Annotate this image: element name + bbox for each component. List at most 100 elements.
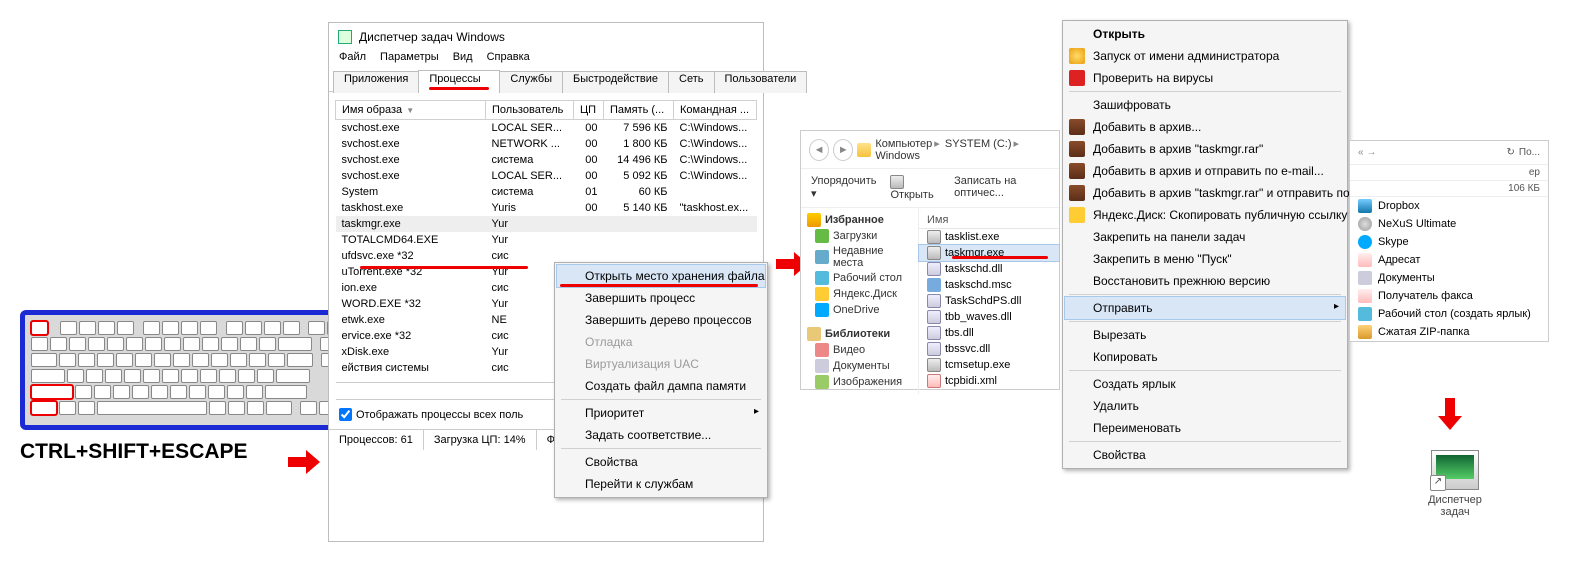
sendto-item[interactable]: Сжатая ZIP-папка bbox=[1350, 323, 1548, 341]
explorer-navbar[interactable]: ◄ ► Компьютер▸ SYSTEM (C:)▸ Windows bbox=[801, 131, 1059, 169]
target-icon bbox=[1358, 199, 1372, 213]
file-item[interactable]: taskschd.msc bbox=[919, 277, 1059, 293]
ctx-item[interactable]: Завершить процесс bbox=[557, 287, 765, 309]
sendto-item[interactable]: Skype bbox=[1350, 233, 1548, 251]
menu-view[interactable]: Вид bbox=[453, 51, 473, 63]
refresh-icon[interactable]: ↻ bbox=[1507, 147, 1515, 158]
tab-network[interactable]: Сеть bbox=[668, 71, 714, 93]
sidebar-item[interactable]: Рабочий стол bbox=[805, 270, 914, 286]
process-row[interactable]: svchost.exeсистема0014 496 КБC:\Windows.… bbox=[336, 152, 757, 168]
explorer-filelist[interactable]: Имя tasklist.exetaskmgr.exetaskschd.dllt… bbox=[919, 208, 1059, 394]
ctx-item[interactable]: Добавить в архив "taskmgr.rar" bbox=[1065, 138, 1345, 160]
process-row[interactable]: taskmgr.exeYur bbox=[336, 216, 757, 232]
explorer-sidebar[interactable]: Избранное ЗагрузкиНедавние местаРабочий … bbox=[801, 208, 919, 394]
menu-options[interactable]: Параметры bbox=[380, 51, 439, 63]
sendto-item[interactable]: Документы bbox=[1350, 269, 1548, 287]
ctx-item[interactable]: Создать файл дампа памяти bbox=[557, 375, 765, 397]
ctx-item[interactable]: Зашифровать bbox=[1065, 94, 1345, 116]
explorer-context-menu[interactable]: ОткрытьЗапуск от имени администратораПро… bbox=[1062, 20, 1348, 469]
ctx-item[interactable]: Закрепить на панели задач bbox=[1065, 226, 1345, 248]
ctx-item[interactable]: Запуск от имени администратора bbox=[1065, 45, 1345, 67]
sendto-item[interactable]: NeXuS Ultimate bbox=[1350, 215, 1548, 233]
col-cpu[interactable]: ЦП bbox=[574, 101, 604, 120]
tab-users[interactable]: Пользователи bbox=[714, 71, 808, 93]
file-icon bbox=[927, 278, 941, 292]
sidebar-item[interactable]: Видео bbox=[805, 342, 914, 358]
ctx-item[interactable]: Восстановить прежнюю версию bbox=[1065, 270, 1345, 292]
col-memory[interactable]: Память (... bbox=[604, 101, 674, 120]
ctx-item[interactable]: Создать ярлык bbox=[1065, 373, 1345, 395]
toolbar-burn[interactable]: Записать на оптичес... bbox=[954, 175, 1049, 201]
process-row[interactable]: Systemсистема0160 КБ bbox=[336, 184, 757, 200]
process-row[interactable]: taskhost.exeYuris005 140 КБ"taskhost.ex.… bbox=[336, 200, 757, 216]
ctx-item[interactable]: Закрепить в меню "Пуск" bbox=[1065, 248, 1345, 270]
file-item[interactable]: tbb_waves.dll bbox=[919, 309, 1059, 325]
column-name[interactable]: Имя bbox=[919, 212, 1059, 229]
ctx-item[interactable]: Яндекс.Диск: Скопировать публичную ссылк… bbox=[1065, 204, 1345, 226]
ctx-item[interactable]: Свойства bbox=[557, 451, 765, 473]
nav-back-icon[interactable]: ◄ bbox=[809, 139, 829, 161]
toolbar-open[interactable]: Открыть bbox=[890, 175, 940, 201]
taskmgr-menubar[interactable]: Файл Параметры Вид Справка bbox=[329, 47, 763, 69]
col-image[interactable]: Имя образа bbox=[336, 101, 486, 120]
nav-fwd-icon[interactable]: ► bbox=[833, 139, 853, 161]
search-placeholder[interactable]: По... bbox=[1519, 147, 1540, 158]
taskmgr-title: Диспетчер задач Windows bbox=[359, 30, 505, 44]
taskmgr-tabs[interactable]: Приложения Процессы Службы Быстродействи… bbox=[329, 69, 763, 92]
ctx-item[interactable]: Задать соответствие... bbox=[557, 424, 765, 446]
col-cmdline[interactable]: Командная ... bbox=[674, 101, 757, 120]
ctx-item[interactable]: Отправить bbox=[1065, 297, 1345, 319]
nav-arrows-icon[interactable]: « → bbox=[1358, 147, 1376, 158]
ctx-item[interactable]: Вырезать bbox=[1065, 324, 1345, 346]
sidebar-item[interactable]: Недавние места bbox=[805, 244, 914, 270]
sendto-item[interactable]: Получатель факса bbox=[1350, 287, 1548, 305]
ctx-item[interactable]: Переименовать bbox=[1065, 417, 1345, 439]
ctx-item[interactable]: Свойства bbox=[1065, 444, 1345, 466]
ctx-item[interactable]: Добавить в архив... bbox=[1065, 116, 1345, 138]
sendto-item[interactable]: Рабочий стол (создать ярлык) bbox=[1350, 305, 1548, 323]
ctx-item[interactable]: Проверить на вирусы bbox=[1065, 67, 1345, 89]
desktop-shortcut[interactable]: Диспетчер задач bbox=[1410, 450, 1500, 518]
tab-services[interactable]: Службы bbox=[499, 71, 563, 93]
file-item[interactable]: tcpbidi.xml bbox=[919, 373, 1059, 389]
sendto-item[interactable]: Адресат bbox=[1350, 251, 1548, 269]
tab-performance[interactable]: Быстродействие bbox=[562, 71, 669, 93]
ctx-item[interactable]: Перейти к службам bbox=[557, 473, 765, 495]
ctx-item[interactable]: Приоритет bbox=[557, 402, 765, 424]
tab-processes[interactable]: Процессы bbox=[418, 70, 500, 92]
menu-file[interactable]: Файл bbox=[339, 51, 366, 63]
file-item[interactable]: taskschd.dll bbox=[919, 261, 1059, 277]
ctx-item[interactable]: Удалить bbox=[1065, 395, 1345, 417]
sidebar-item[interactable]: OneDrive bbox=[805, 302, 914, 318]
ctx-item[interactable]: Копировать bbox=[1065, 346, 1345, 368]
file-item[interactable]: tcmsetup.exe bbox=[919, 357, 1059, 373]
ctx-item[interactable]: Завершить дерево процессов bbox=[557, 309, 765, 331]
file-item[interactable]: tbssvc.dll bbox=[919, 341, 1059, 357]
file-item[interactable]: TaskSchdPS.dll bbox=[919, 293, 1059, 309]
file-item[interactable]: tasklist.exe bbox=[919, 229, 1059, 245]
col-user[interactable]: Пользователь bbox=[486, 101, 574, 120]
sidebar-item[interactable]: Изображения bbox=[805, 374, 914, 390]
breadcrumb[interactable]: Компьютер▸ SYSTEM (C:)▸ Windows bbox=[875, 137, 1051, 162]
shortcut-icon bbox=[1431, 450, 1479, 490]
sidebar-item[interactable]: Загрузки bbox=[805, 228, 914, 244]
ctx-item[interactable]: Открыть bbox=[1065, 23, 1345, 45]
ctx-item[interactable]: Добавить в архив "taskmgr.rar" и отправи… bbox=[1065, 182, 1345, 204]
sendto-item[interactable]: Dropbox bbox=[1350, 197, 1548, 215]
explorer-toolbar[interactable]: Упорядочить ▾ Открыть Записать на оптиче… bbox=[801, 169, 1059, 208]
process-row[interactable]: TOTALCMD64.EXEYur bbox=[336, 232, 757, 248]
taskmgr-icon bbox=[337, 29, 353, 45]
toolbar-organize[interactable]: Упорядочить ▾ bbox=[811, 175, 876, 201]
show-all-users-input[interactable] bbox=[339, 408, 352, 421]
tab-apps[interactable]: Приложения bbox=[333, 71, 419, 93]
ctx-item[interactable]: Добавить в архив и отправить по e-mail..… bbox=[1065, 160, 1345, 182]
process-row[interactable]: svchost.exeNETWORK ...001 800 КБC:\Windo… bbox=[336, 136, 757, 152]
file-item[interactable]: tbs.dll bbox=[919, 325, 1059, 341]
process-row[interactable]: svchost.exeLOCAL SER...005 092 КБC:\Wind… bbox=[336, 168, 757, 184]
process-row[interactable]: svchost.exeLOCAL SER...007 596 КБC:\Wind… bbox=[336, 120, 757, 137]
taskmgr-context-menu[interactable]: Открыть место хранения файлаЗавершить пр… bbox=[554, 262, 768, 498]
menu-help[interactable]: Справка bbox=[487, 51, 530, 63]
sendto-panel[interactable]: « → ↻ По... ер 106 КБ DropboxNeXuS Ultim… bbox=[1349, 140, 1549, 342]
sidebar-item[interactable]: Документы bbox=[805, 358, 914, 374]
sidebar-item[interactable]: Яндекс.Диск bbox=[805, 286, 914, 302]
